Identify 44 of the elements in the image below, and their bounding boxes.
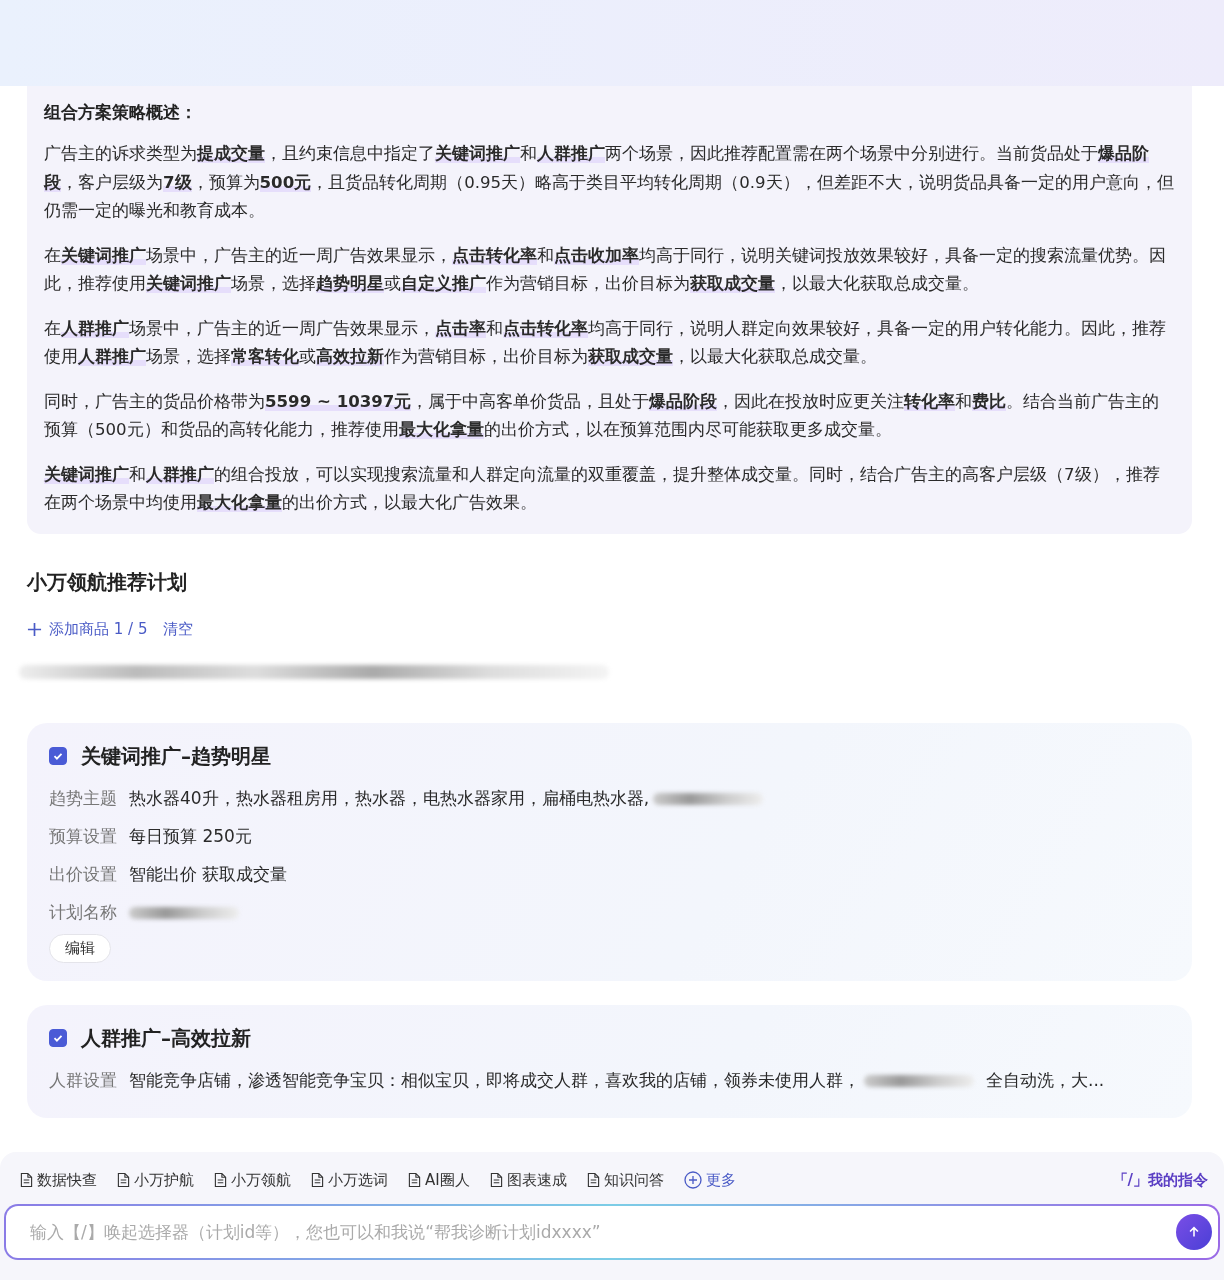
document-icon bbox=[20, 1172, 33, 1188]
chat-input-field[interactable]: 输入【/】唤起选择器（计划id等），您也可以和我说“帮我诊断计划idxxxx” bbox=[4, 1204, 1220, 1260]
toolbar-button[interactable]: 小万选词 bbox=[311, 1170, 388, 1190]
document-icon bbox=[586, 1172, 600, 1188]
toolbar-button[interactable]: AI圈人 bbox=[408, 1170, 470, 1190]
toolbar-button[interactable]: 小万领航 bbox=[214, 1170, 291, 1190]
plus-circle-icon bbox=[683, 1171, 702, 1189]
document-icon bbox=[311, 1172, 324, 1188]
toolbar-button[interactable]: 数据快查 bbox=[20, 1170, 97, 1190]
plan-title: 人群推广–高效拉新 bbox=[81, 1024, 251, 1052]
field-value: 全自动洗，大... bbox=[986, 1069, 1105, 1092]
plan-title: 关键词推广–趋势明星 bbox=[81, 742, 271, 770]
summary-paragraph: 广告主的诉求类型为提成交量，且约束信息中指定了关键词推广和人群推广两个场景，因此推荐配置需在两个场景中分别进行。当前货品处于爆品阶段，客户层级为7级，预算为500元，且货品转化周期（0.95天）略高于类目平均转化周期（0.9天），但差距不大，说明货品具备一定的用户意向，但仍需一定的曝光和教育成本。 bbox=[44, 143, 1174, 222]
field-value: 热水器40升，热水器租房用，热水器，电热水器家用，扁桶电热水器, bbox=[129, 787, 650, 810]
document-icon bbox=[408, 1172, 421, 1188]
clear-link[interactable]: 清空 bbox=[163, 619, 194, 639]
plus-icon bbox=[27, 621, 42, 637]
summary-paragraph: 关键词推广和人群推广的组合投放，可以实现搜索流量和人群定向流量的双重覆盖，提升整体成交量。同时，结合广告主的高客户层级（7级），推荐在两个场景中均使用最大化拿量的出价方式，以最大化广告效果。 bbox=[44, 463, 1161, 514]
checkbox[interactable] bbox=[49, 1029, 67, 1047]
toolbar-button[interactable]: 图表速成 bbox=[489, 1170, 567, 1190]
document-icon bbox=[489, 1172, 503, 1188]
field-label: 预算设置 bbox=[49, 825, 117, 848]
field-label: 人群设置 bbox=[49, 1069, 117, 1092]
edit-button[interactable]: 编辑 bbox=[49, 933, 111, 963]
add-product-link[interactable]: 添加商品 1 / 5 bbox=[27, 619, 148, 639]
section-title: 小万领航推荐计划 bbox=[27, 568, 188, 596]
my-commands-button[interactable]: 「/」我的指令 bbox=[1112, 1170, 1208, 1190]
summary-paragraph: 在人群推广场景中，广告主的近一周广告效果显示，点击率和点击转化率均高于同行，说明人群定向效果较好，具备一定的用户转化能力。因此，推荐使用人群推广场景，选择常客转化或高效拉新作为营销目标，出价目标为获取成交量，以最大化获取总成交量。 bbox=[44, 317, 1167, 368]
arrow-up-icon bbox=[1187, 1225, 1201, 1239]
summary-paragraph: 同时，广告主的货品价格带为5599 ~ 10397元，属于中高客单价货品，且处于爆品阶段，因此在投放时应更关注转化率和费比。结合当前广告主的预算（500元）和货品的高转化能力，推荐使用最大化拿量的出价方式，以在预算范围内尽可能获取更多成交量。 bbox=[44, 390, 1161, 441]
checkbox[interactable] bbox=[49, 747, 67, 765]
toolbar-button[interactable]: 更多 bbox=[683, 1170, 736, 1190]
field-label: 出价设置 bbox=[49, 863, 117, 886]
field-label: 计划名称 bbox=[49, 901, 117, 924]
document-icon bbox=[117, 1172, 130, 1188]
toolbar-button[interactable]: 小万护航 bbox=[117, 1170, 194, 1190]
document-icon bbox=[214, 1172, 227, 1188]
toolbar-button[interactable]: 知识问答 bbox=[586, 1170, 664, 1190]
summary-paragraph: 在关键词推广场景中，广告主的近一周广告效果显示，点击转化率和点击收加率均高于同行，说明关键词投放效果较好，具备一定的搜索流量优势。因此，推荐使用关键词推广场景，选择趋势明星或自定义推广作为营销目标，出价目标为获取成交量，以最大化获取总成交量。 bbox=[44, 244, 1167, 295]
field-label: 趋势主题 bbox=[49, 787, 117, 810]
field-value: 智能出价 获取成交量 bbox=[129, 863, 288, 886]
field-value: 每日预算 250元 bbox=[129, 825, 252, 848]
summary-title: 组合方案策略概述： bbox=[44, 101, 198, 124]
field-value: 智能竞争店铺，渗透智能竞争宝贝：相似宝贝，即将成交人群，喜欢我的店铺，领券未使用人群， bbox=[129, 1069, 860, 1092]
